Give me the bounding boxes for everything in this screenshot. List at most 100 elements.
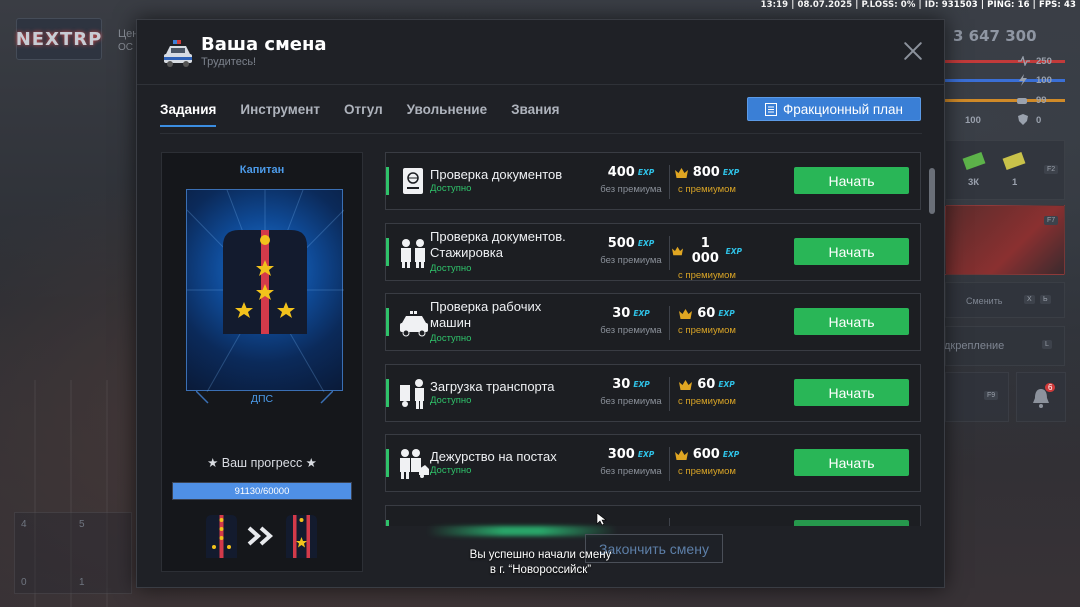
rank-faction: ДПС [250,393,274,405]
tab-tools[interactable]: Инструмент [240,102,320,127]
premium-exp: 60 EXP с премиумом [672,377,742,407]
start-task-button[interactable]: Начать [794,449,909,476]
rank-title: Капитан [239,164,285,176]
voucher-count: 1 [1012,177,1018,188]
exp-divider [669,447,670,481]
shield-icon [1018,114,1028,125]
task-row: Проверка рабочих машин Доступно 30 EXP без пр… [385,293,921,351]
small-stat: 100 [965,115,981,126]
no-premium-caption: без премиума [600,466,662,477]
map-number: 4 [21,519,27,530]
start-task-button[interactable]: Начать [794,167,909,194]
tab-dayoff[interactable]: Отгул [344,102,383,127]
map-number: 1 [79,577,85,588]
left-hud-text-2: ОС [118,42,133,53]
radio-tile[interactable]: F9 [945,372,1009,422]
server-logo: NEXTRP [16,18,102,60]
notice-line-2: в г. “Новороссийск” [489,564,592,576]
key-f9: F9 [984,391,999,400]
task-name-line: Проверка документов. [430,229,566,244]
next-rank-arrows-icon [247,526,274,546]
tab-ranks[interactable]: Звания [511,102,559,127]
exp-tag: EXP [722,450,740,459]
tabs-divider [160,133,922,134]
task-name-line: Проверка документов [430,167,563,182]
task-name: Проверка документов [430,167,562,183]
base-exp-number: 400 [607,165,635,180]
task-accent [386,379,389,407]
base-exp: 30 EXP без премиума [598,306,664,336]
premium-exp: 60 EXP с премиумом [672,306,742,336]
tab-dismissal[interactable]: Увольнение [407,102,487,127]
passport-icon [403,168,423,194]
task-accent [386,308,389,336]
key-x: X [1024,295,1035,304]
task-name: Дежурство на постах [430,449,557,465]
base-exp-value: 400 EXP [598,165,664,180]
map-number: 5 [79,519,85,530]
premium-exp-value: 800 EXP [672,165,742,180]
change-label: Сменить [966,296,1003,306]
officers-icon [401,239,425,268]
progress-text: 91130/60000 [234,486,290,497]
task-name-line: Дежурство на постах [430,449,557,464]
key-b: Ь [1040,295,1051,304]
base-exp-value: 500 EXP [598,236,664,251]
tab-tasks[interactable]: Задания [160,102,217,127]
premium-exp-value: 60 EXP [672,377,742,392]
close-button[interactable] [902,40,924,62]
premium-exp-number: 60 [697,306,716,321]
base-exp: 400 EXP без премиума [598,165,664,195]
base-exp-number: 300 [607,447,635,462]
faction-plan-button[interactable]: Фракционный план [747,97,921,121]
premium-caption: с премиумом [678,466,736,477]
task-row: Загрузка транспорта Доступно 30 EXP без прем… [385,364,921,422]
task-accent [386,520,389,526]
exp-tag: EXP [718,309,735,318]
crown-icon [672,246,684,256]
tab-bar: Задания Инструмент Отгул Увольнение Зван… [160,102,584,127]
backup-label: дкрепление [944,340,1005,352]
premium-exp: 800 EXP с премиумом [672,165,742,195]
change-tile[interactable]: Сменить X Ь [945,282,1065,318]
task-name: Проверка документов. Стажировка [430,229,566,261]
start-task-button[interactable]: Начать [794,379,909,406]
crown-icon [674,167,688,178]
no-premium-caption: без премиума [600,396,662,407]
task-name: Проверка рабочих машин [430,299,541,331]
task-status: Доступно [430,465,472,476]
base-exp-value: 30 EXP [598,306,664,321]
no-premium-caption: без премиума [600,255,662,266]
task-name-line: Проверка рабочих [430,299,542,314]
cash-icon [962,151,986,171]
base-exp: 30 EXP без премиума [598,377,664,407]
inventory-tile[interactable]: 3К 1 F2 [945,140,1065,200]
exp-tag: EXP [633,380,650,389]
start-task-button[interactable] [794,520,909,526]
crown-icon [679,379,693,390]
no-premium-caption: без премиума [600,184,662,195]
vehicle-tile[interactable]: F7 [945,205,1065,275]
heart-stat: 250 [1036,56,1052,67]
exp-divider [669,518,670,526]
task-row: Проверка документов Доступно 400 EXP без пре… [385,152,921,210]
premium-exp-number: 60 [697,377,716,392]
energy-stat: 100 [1036,75,1052,86]
task-name-line: Загрузка транспорта [430,379,555,394]
start-task-button[interactable]: Начать [794,308,909,335]
backup-tile[interactable]: дкрепление L [944,326,1065,366]
exp-divider [669,165,670,199]
bolt-icon [1019,74,1027,86]
base-exp-value: 30 EXP [598,377,664,392]
header-divider [137,84,944,85]
task-status: Доступно [430,263,472,274]
start-task-button[interactable]: Начать [794,238,909,265]
map-number: 0 [21,577,27,588]
notifications-tile[interactable]: 6 [1016,372,1066,422]
no-premium-caption: без премиума [600,325,662,336]
exp-tag: EXP [725,246,742,256]
task-list-scrollbar[interactable] [929,168,935,214]
task-name-line: Стажировка [430,245,503,260]
exp-tag: EXP [633,309,650,318]
key-f7: F7 [1044,216,1059,225]
